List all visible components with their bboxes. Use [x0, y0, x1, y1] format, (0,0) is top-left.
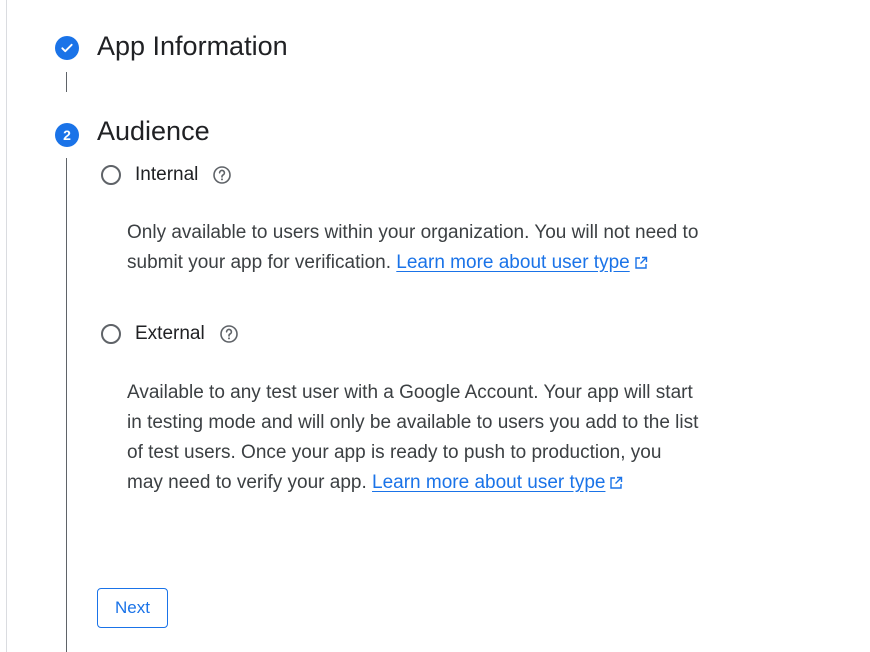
step-number-badge: 2	[55, 123, 79, 147]
external-link-icon	[635, 256, 647, 269]
learn-more-link-text[interactable]: Learn more about user type	[372, 472, 605, 493]
radio-label-external[interactable]: External	[135, 323, 205, 345]
description-internal: Only available to users within your orga…	[127, 218, 702, 278]
step-connector-active	[66, 158, 67, 652]
description-external: Available to any test user with a Google…	[127, 378, 702, 498]
help-icon[interactable]	[212, 165, 232, 185]
radio-label-internal[interactable]: Internal	[135, 164, 198, 186]
radio-option-external[interactable]: External	[101, 323, 239, 345]
radio-option-internal[interactable]: Internal	[101, 164, 232, 186]
learn-more-user-type-link[interactable]: Learn more about user type	[396, 252, 647, 273]
learn-more-user-type-link[interactable]: Learn more about user type	[372, 472, 623, 493]
help-icon[interactable]	[219, 324, 239, 344]
panel-left-border	[6, 0, 7, 652]
step-completed-check-icon	[55, 36, 79, 60]
learn-more-link-text[interactable]: Learn more about user type	[396, 252, 629, 273]
check-icon	[61, 43, 73, 53]
oauth-consent-stepper: App Information 2 Audience Internal Only…	[0, 0, 870, 652]
radio-button-external[interactable]	[101, 324, 121, 344]
step-title-app-information[interactable]: App Information	[97, 31, 288, 62]
step-title-audience: Audience	[97, 116, 210, 146]
external-link-icon	[610, 476, 623, 489]
step-connector	[66, 72, 67, 92]
next-button[interactable]: Next	[97, 588, 168, 628]
radio-button-internal[interactable]	[101, 165, 121, 185]
